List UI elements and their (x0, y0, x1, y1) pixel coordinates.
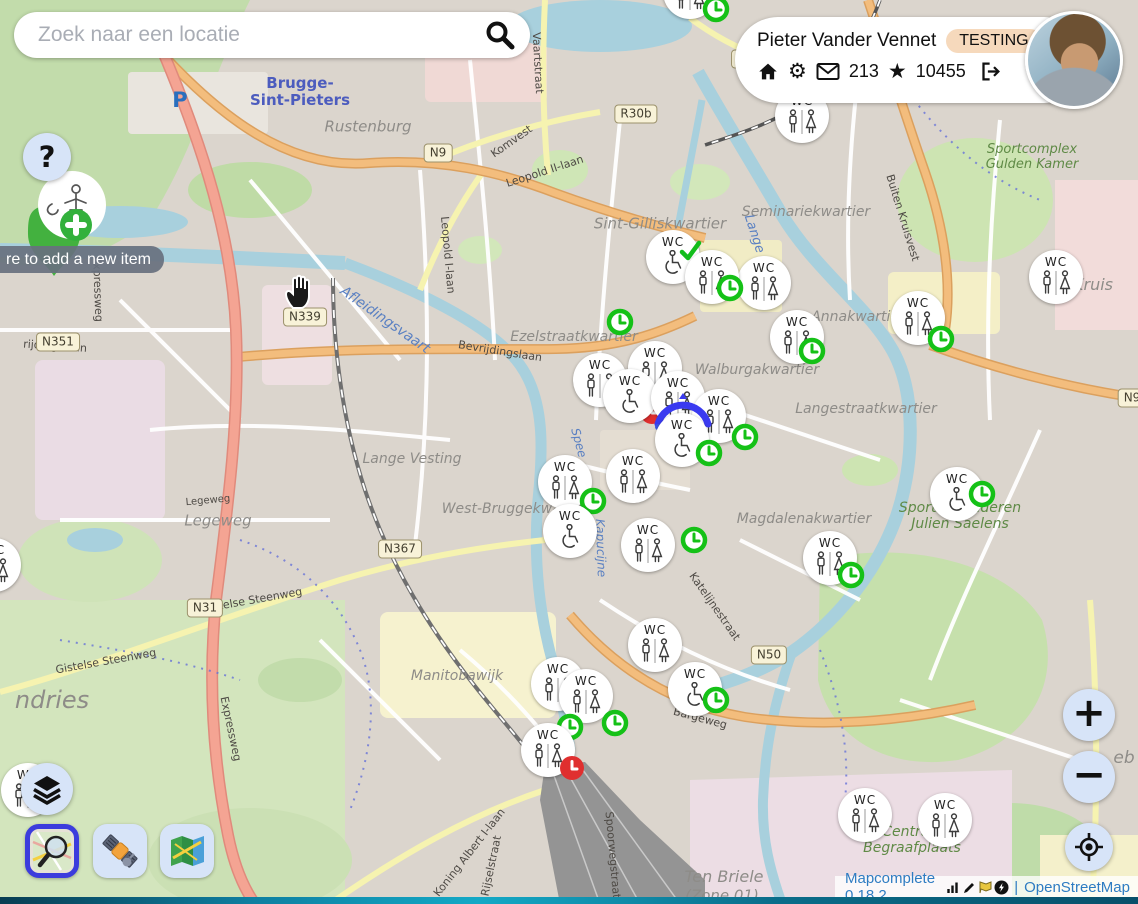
theme-logo-icon[interactable] (978, 880, 993, 895)
attribution-bar: Mapcomplete 0.18.2 | OpenStreetMap (835, 876, 1138, 898)
zoom-out-button[interactable]: − (1063, 751, 1115, 803)
user-name: Pieter Vander Vennet (757, 30, 936, 52)
geolocate-button[interactable] (1065, 823, 1113, 871)
map-canvas[interactable] (0, 0, 1138, 904)
background-satellite-button[interactable] (93, 824, 147, 878)
osm-carto-icon (31, 830, 73, 872)
status-strip (0, 897, 1138, 904)
home-icon[interactable] (757, 61, 779, 82)
search-icon[interactable] (484, 19, 516, 51)
changesets-count: 10455 (916, 61, 966, 82)
background-osm-carto-button[interactable] (25, 824, 79, 878)
add-item-tooltip: re to add a new item (0, 246, 164, 273)
question-mark-label: ? (39, 140, 56, 174)
satellite-icon (100, 831, 140, 871)
changes-bolt-icon[interactable] (994, 880, 1009, 895)
search-input[interactable] (36, 22, 484, 48)
location-search-bar (14, 12, 530, 58)
user-avatar[interactable] (1025, 11, 1123, 109)
zoom-in-button[interactable]: + (1063, 689, 1115, 741)
mapcomplete-app: Brugge- Sint-PietersRustenburgSint-Gilli… (0, 0, 1138, 904)
star-icon: ★ (888, 61, 907, 82)
layers-icon (31, 773, 63, 805)
attribution-separator: | (1014, 879, 1018, 896)
messages-envelope-icon[interactable] (816, 62, 840, 81)
crosshair-icon (1073, 831, 1105, 863)
statistics-icon[interactable] (946, 880, 961, 895)
background-map-button[interactable] (160, 824, 214, 878)
attribution-icons (946, 880, 1009, 895)
help-button[interactable]: ? (23, 133, 71, 181)
openstreetmap-link[interactable]: OpenStreetMap (1024, 879, 1130, 896)
logout-icon[interactable] (979, 61, 1002, 82)
edit-pencil-icon[interactable] (962, 880, 977, 895)
messages-count: 213 (849, 61, 879, 82)
world-map-icon (167, 831, 207, 871)
hand-cursor-icon (281, 270, 317, 310)
settings-gear-icon[interactable]: ⚙ (788, 61, 807, 82)
layers-button[interactable] (21, 763, 73, 815)
